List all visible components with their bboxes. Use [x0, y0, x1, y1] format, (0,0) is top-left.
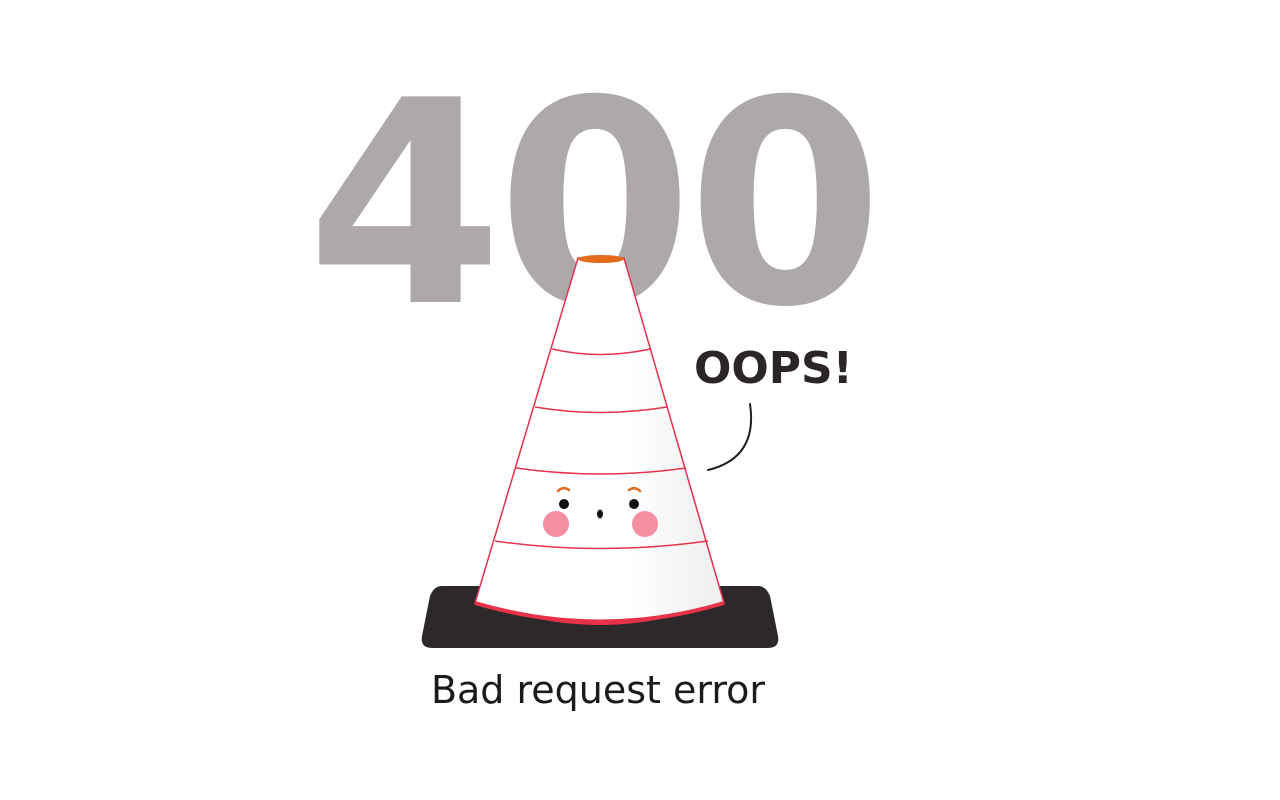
- oops-label: OOPS!: [694, 343, 853, 394]
- speech-tail-icon: [707, 403, 753, 471]
- error-message: Bad request error: [431, 668, 765, 712]
- error-illustration: 400 OOPS! Bad request error: [307, 40, 884, 712]
